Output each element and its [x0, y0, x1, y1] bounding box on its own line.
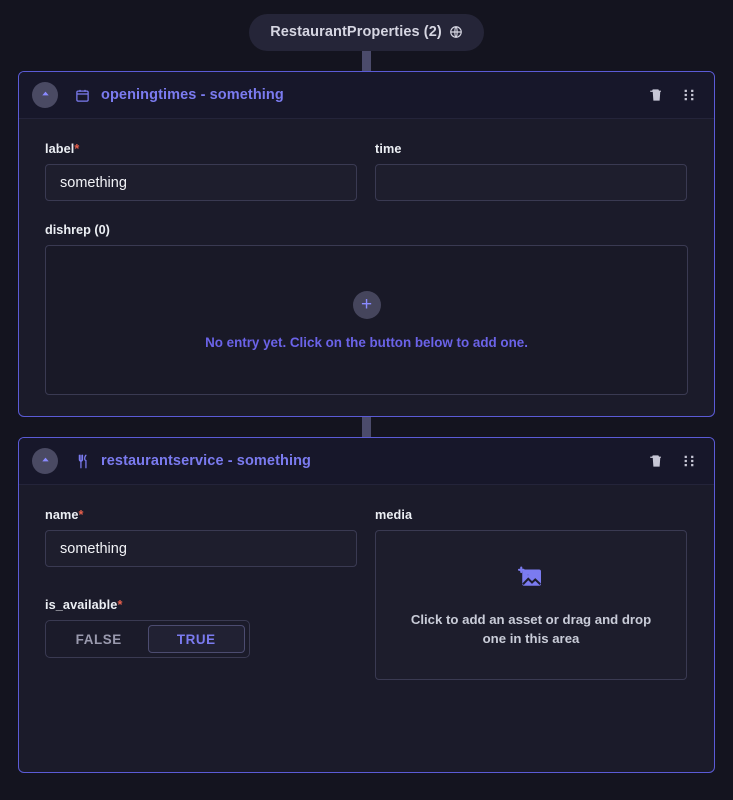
trash-icon[interactable] — [645, 84, 667, 106]
media-dropzone[interactable]: Click to add an asset or drag and drop o… — [375, 530, 687, 680]
card-header-openingtimes: openingtimes - something — [19, 72, 714, 119]
collapse-toggle-openingtimes[interactable] — [32, 82, 58, 108]
card-header-restaurantservice: restaurantservice - something — [19, 438, 714, 485]
relation-editor-canvas: RestaurantProperties (2) openingtimes - … — [0, 0, 733, 800]
card-body-restaurantservice: name* is_available* FALSE TRUE — [19, 485, 714, 684]
component-card-restaurantservice: restaurantservice - something name* some… — [18, 437, 715, 773]
component-card-openingtimes: openingtimes - something label* somethin… — [18, 71, 715, 417]
field-row-2: name* is_available* FALSE TRUE — [45, 508, 688, 684]
calendar-icon — [75, 88, 90, 103]
field-time: time — [375, 142, 687, 201]
field-label: label* — [45, 142, 357, 201]
collapse-toggle-restaurantservice[interactable] — [32, 448, 58, 474]
required-asterisk: * — [117, 598, 123, 612]
drag-handle-icon[interactable] — [678, 450, 700, 472]
drag-handle-icon[interactable] — [678, 84, 700, 106]
field-is-available-caption: is_available* — [45, 598, 357, 612]
globe-icon — [449, 25, 463, 39]
field-media: media Click to add an asset or drag and … — [375, 508, 687, 684]
boolean-option-true[interactable]: TRUE — [147, 625, 245, 653]
card-body-openingtimes: label* time dishrep (0) + No entry yet. … — [19, 119, 714, 395]
card-title-openingtimes: openingtimes - something — [101, 87, 284, 103]
field-name-text: name — [45, 508, 79, 522]
field-time-caption: time — [375, 142, 687, 156]
add-image-icon — [516, 562, 546, 597]
root-node-wrap: RestaurantProperties (2) — [0, 14, 733, 51]
chevron-up-icon — [40, 86, 51, 104]
field-name: name* is_available* FALSE TRUE — [45, 508, 357, 684]
required-asterisk: * — [74, 142, 80, 156]
field-is-available: is_available* FALSE TRUE — [45, 598, 357, 684]
field-label-text: label — [45, 142, 75, 156]
label-input[interactable] — [45, 164, 357, 201]
field-name-caption: name* — [45, 508, 357, 522]
plus-icon: + — [360, 294, 373, 315]
trash-icon[interactable] — [645, 450, 667, 472]
required-asterisk: * — [78, 508, 84, 522]
card-title-restaurantservice: restaurantservice - something — [101, 453, 311, 469]
media-dropzone-message: Click to add an asset or drag and drop o… — [410, 611, 652, 646]
field-media-caption: media — [375, 508, 687, 522]
field-time-text: time — [375, 142, 402, 156]
field-row-1: label* time — [45, 142, 688, 201]
root-node-pill[interactable]: RestaurantProperties (2) — [249, 14, 484, 51]
field-media-text: media — [375, 508, 413, 522]
root-node-label: RestaurantProperties (2) — [270, 24, 442, 40]
boolean-toggle-group: FALSE TRUE — [45, 620, 250, 658]
chevron-up-icon — [40, 452, 51, 470]
field-label-caption: label* — [45, 142, 357, 156]
empty-state-message: No entry yet. Click on the button below … — [205, 334, 528, 350]
repeatable-label-dishrep: dishrep (0) — [45, 223, 110, 237]
repeatable-empty-zone-dishrep: + No entry yet. Click on the button belo… — [45, 245, 688, 395]
boolean-option-false[interactable]: FALSE — [50, 625, 148, 653]
field-is-available-text: is_available — [45, 598, 118, 612]
connector-root-to-card-1 — [362, 48, 371, 72]
add-entry-button[interactable]: + — [352, 290, 381, 319]
time-input[interactable] — [375, 164, 687, 201]
name-input[interactable] — [45, 530, 357, 567]
cutlery-icon — [75, 454, 90, 469]
